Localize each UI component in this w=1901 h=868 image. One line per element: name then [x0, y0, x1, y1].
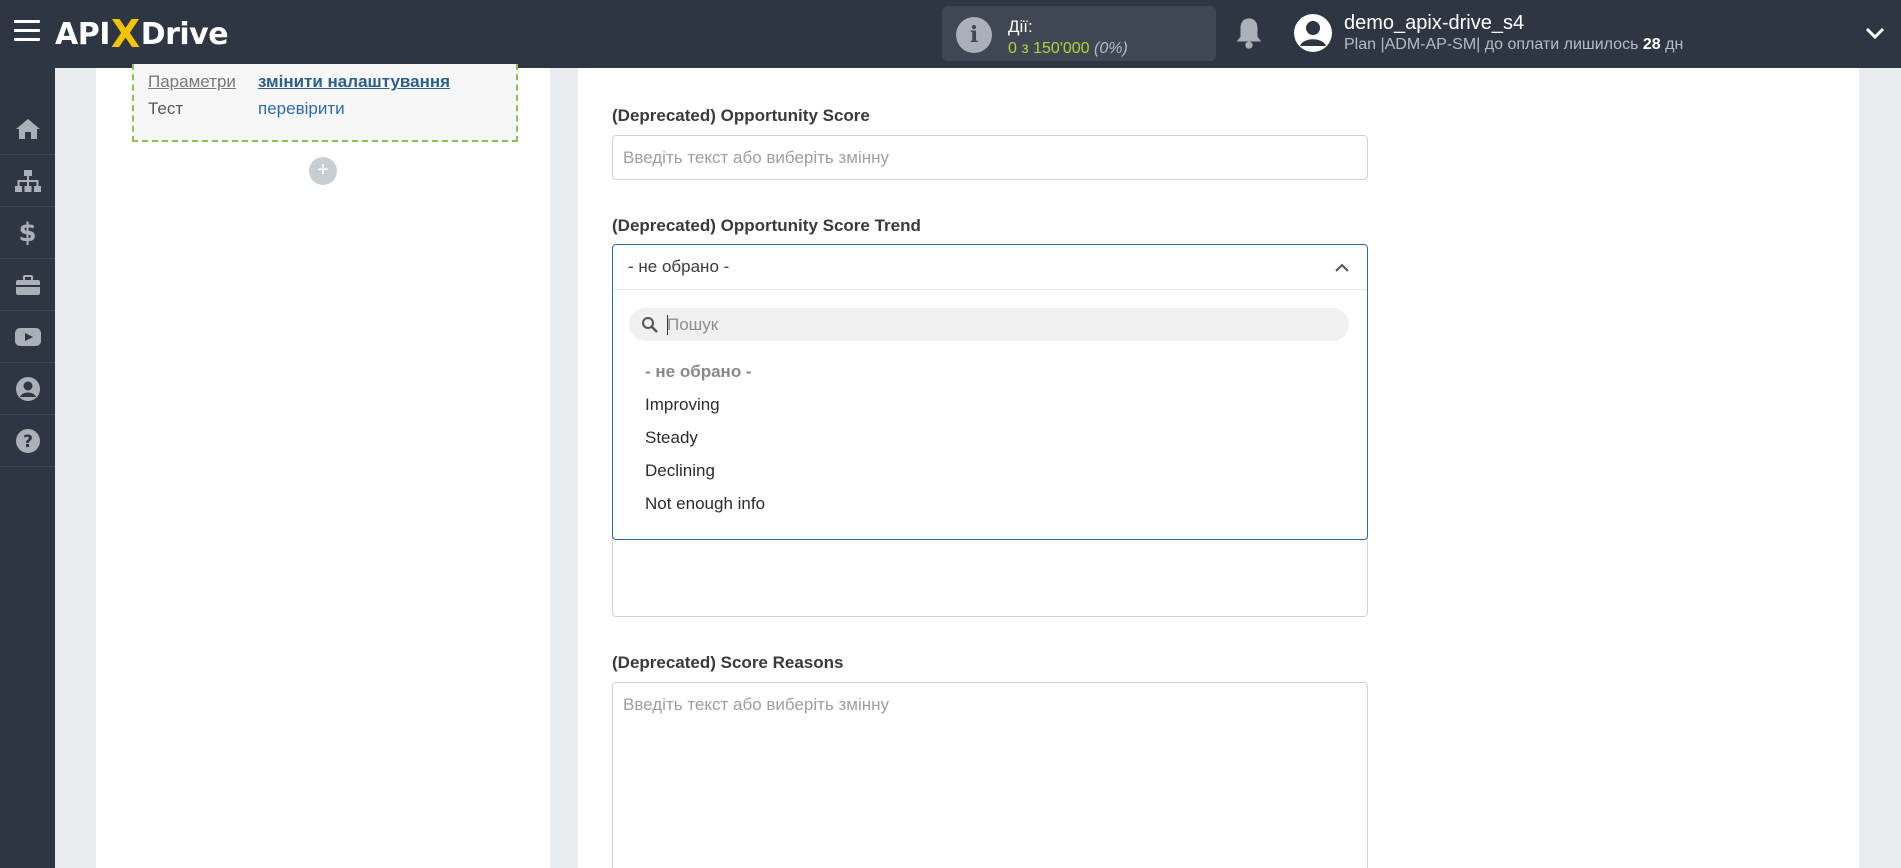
- briefcase-icon: [15, 275, 40, 295]
- avatar-icon[interactable]: [1293, 13, 1333, 53]
- search-icon: [642, 317, 658, 333]
- logo-text-left: API: [55, 16, 110, 52]
- logo[interactable]: API X Drive: [55, 12, 229, 56]
- score-trend-select[interactable]: - не обрано - - не обрано - Improving St…: [612, 244, 1368, 540]
- test-label: Тест: [148, 99, 184, 118]
- score-reasons-label: (Deprecated) Score Reasons: [612, 653, 844, 672]
- add-step-button[interactable]: +: [309, 157, 337, 185]
- option-declining[interactable]: Declining: [645, 461, 715, 481]
- check-link[interactable]: перевірити: [258, 99, 345, 118]
- plan-prefix: Plan |ADM-AP-SM| до оплати лишилось: [1344, 36, 1643, 53]
- youtube-icon: [14, 328, 41, 346]
- score-reasons-textarea[interactable]: Введіть текст або виберіть змінну: [612, 682, 1368, 868]
- opportunity-score-input[interactable]: Введіть текст або виберіть змінну: [612, 135, 1368, 180]
- actions-count-value: 0 з 150'000: [1008, 40, 1090, 57]
- home-icon: [15, 119, 40, 139]
- help-icon: ?: [15, 429, 40, 453]
- dropdown-search[interactable]: [629, 308, 1349, 341]
- text-cursor: [667, 315, 668, 335]
- score-trend-label: (Deprecated) Opportunity Score Trend: [612, 216, 921, 235]
- bell-icon[interactable]: [1234, 16, 1264, 50]
- parameters-label[interactable]: Параметри: [148, 72, 258, 92]
- user-plan: Plan |ADM-AP-SM| до оплати лишилось 28 д…: [1344, 36, 1683, 54]
- logo-text-right: Drive: [140, 16, 229, 52]
- search-input[interactable]: [667, 312, 1327, 337]
- logo-text-x: X: [110, 12, 140, 56]
- option-steady[interactable]: Steady: [645, 428, 698, 448]
- sidebar-item-tools[interactable]: [0, 260, 55, 311]
- option-not-selected[interactable]: - не обрано -: [645, 362, 752, 382]
- sidebar-item-billing[interactable]: $: [0, 208, 55, 259]
- sidebar-item-home[interactable]: [0, 104, 55, 155]
- chevron-down-icon[interactable]: [1864, 22, 1886, 44]
- connection-box: Параметри змінити налаштування Тест переві…: [132, 64, 518, 142]
- option-not-enough-info[interactable]: Not enough info: [645, 494, 765, 514]
- actions-counter[interactable]: i Дії: 0 з 150'000 (0%): [942, 6, 1216, 61]
- sidebar-item-video[interactable]: [0, 312, 55, 363]
- top-bar: API X Drive i Дії: 0 з 150'000 (0%) demo_a…: [0, 0, 1901, 68]
- dollar-icon: $: [18, 218, 37, 248]
- plan-suffix: дн: [1660, 36, 1684, 53]
- actions-label: Дії:: [1008, 17, 1033, 36]
- sidebar-item-help[interactable]: ?: [0, 416, 55, 467]
- actions-percent: (0%): [1094, 40, 1128, 57]
- row-test: Тест перевірити: [148, 99, 345, 119]
- sidebar-item-connections[interactable]: [0, 156, 55, 207]
- menu-icon[interactable]: [14, 20, 40, 42]
- selected-value: - не обрано -: [628, 257, 730, 276]
- sitemap-icon: [14, 170, 41, 192]
- option-improving[interactable]: Improving: [645, 395, 720, 415]
- main-panel: (Deprecated) Opportunity Score Введіть т…: [578, 68, 1859, 868]
- chevron-up-icon[interactable]: [1333, 259, 1351, 277]
- score-trend-selected[interactable]: - не обрано -: [613, 245, 1367, 290]
- user-icon: [15, 377, 40, 401]
- row-parameters: Параметри змінити налаштування: [148, 72, 450, 92]
- left-panel: Параметри змінити налаштування Тест переві…: [96, 64, 550, 868]
- plan-days: 28: [1642, 36, 1661, 53]
- info-icon: i: [956, 17, 992, 53]
- opportunity-score-label: (Deprecated) Opportunity Score: [612, 106, 870, 125]
- change-settings-link[interactable]: змінити налаштування: [258, 72, 450, 91]
- sidebar-item-account[interactable]: [0, 364, 55, 415]
- actions-count: 0 з 150'000 (0%): [1008, 40, 1128, 58]
- user-name[interactable]: demo_apix-drive_s4: [1344, 12, 1524, 35]
- svg-text:?: ?: [23, 432, 33, 452]
- sidebar: $ ?: [0, 68, 55, 868]
